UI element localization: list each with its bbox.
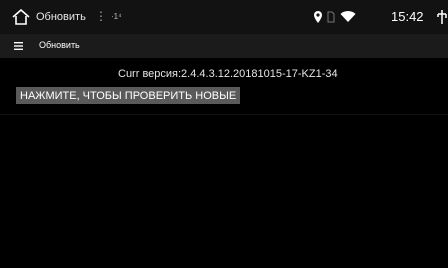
clock: 15:42 bbox=[391, 9, 424, 24]
usb-icon bbox=[437, 10, 447, 24]
overflow-dots-icon[interactable]: ⋮ bbox=[95, 9, 107, 23]
location-icon bbox=[314, 11, 322, 23]
divider bbox=[0, 114, 448, 115]
wifi-icon bbox=[340, 11, 356, 22]
status-bar: Обновить ⋮ ·1⁴ 15:42 bbox=[0, 0, 448, 34]
app-bar-title: Обновить bbox=[39, 40, 80, 50]
notification-badge: ·1⁴ bbox=[111, 12, 122, 21]
menu-icon[interactable] bbox=[14, 42, 23, 50]
status-app-title: Обновить bbox=[36, 11, 86, 23]
check-updates-button[interactable]: НАЖМИТЕ, ЧТОБЫ ПРОВЕРИТЬ НОВЫЕ bbox=[16, 87, 241, 104]
current-version-text: Curr версия:2.4.4.3.12.20181015-17-KZ1-3… bbox=[118, 68, 338, 80]
home-icon[interactable] bbox=[12, 9, 30, 25]
app-bar: Обновить bbox=[0, 34, 448, 58]
sim-icon bbox=[327, 11, 335, 23]
